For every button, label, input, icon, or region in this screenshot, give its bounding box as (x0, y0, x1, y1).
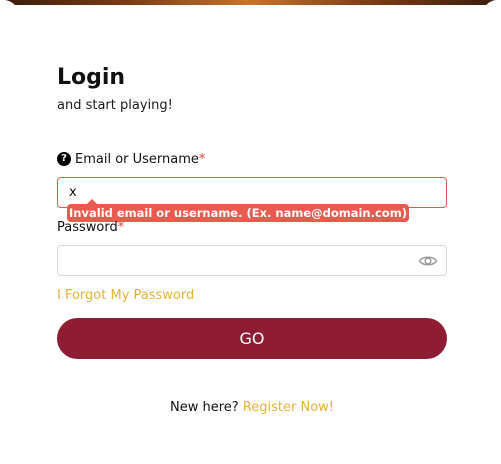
email-field-value: x (69, 185, 77, 200)
email-label: Email or Username (75, 151, 199, 167)
register-prompt: New here? (169, 400, 239, 415)
password-label-row: Password* (57, 219, 124, 237)
register-row: New here? Register Now! (57, 399, 447, 417)
email-required-marker: * (198, 151, 206, 167)
password-field[interactable] (57, 245, 447, 276)
eye-icon[interactable] (418, 252, 438, 270)
header-decoration (0, 0, 501, 5)
login-form: Login and start playing! ? Email or User… (57, 60, 447, 415)
password-required-marker: * (117, 220, 125, 235)
register-link[interactable]: Register Now! (243, 400, 334, 415)
page-subtitle: and start playing! (57, 98, 173, 113)
question-circle-icon[interactable]: ? (57, 152, 71, 166)
page-title: Login (57, 65, 126, 90)
email-label-row: ? Email or Username * (57, 150, 205, 168)
tooltip-arrow (87, 199, 97, 204)
email-error-text: Invalid email or username. (Ex. name@dom… (69, 206, 407, 220)
go-button[interactable]: GO (57, 318, 447, 359)
forgot-password-link[interactable]: I Forgot My Password (57, 287, 194, 305)
password-label: Password (57, 220, 118, 235)
